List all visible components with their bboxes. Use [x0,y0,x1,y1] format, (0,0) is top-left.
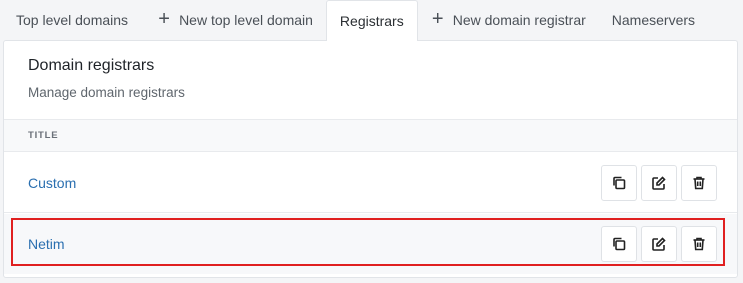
copy-button[interactable] [601,226,637,262]
copy-icon [613,237,626,251]
tab-label: New domain registrar [452,12,586,28]
registrars-card: Domain registrars Manage domain registra… [3,40,738,278]
tab-nameservers[interactable]: Nameservers [599,0,708,40]
copy-button[interactable] [601,164,637,201]
tab-label: Nameservers [611,12,696,28]
table-header: TITLE [4,119,737,152]
page-title: Domain registrars [28,57,155,74]
edit-button[interactable] [641,164,677,201]
column-header-title: TITLE [28,130,59,141]
edit-button[interactable] [641,226,677,262]
row-actions [601,226,717,262]
tab-label: Top level domains [16,12,129,28]
copy-icon [613,176,626,189]
tab-label: Registrars [339,13,404,29]
trash-icon [693,176,705,189]
tab-registrars[interactable]: Registrars [325,0,418,41]
edit-icon [652,237,666,251]
page-subtitle: Manage domain registrars [28,85,185,100]
tab-bar: Top level domains + New top level domain… [0,0,743,41]
trash-icon [693,237,705,251]
table-row: Netim [4,214,737,274]
delete-button[interactable] [681,164,717,201]
plus-icon: + [431,8,444,30]
plus-icon: + [158,8,170,30]
registrar-link-custom[interactable]: Custom [28,175,76,191]
registrar-link-netim[interactable]: Netim [28,236,65,252]
card-header: Domain registrars Manage domain registra… [4,41,737,119]
tab-top-level-domains[interactable]: Top level domains [0,0,144,40]
tab-label: New top level domain [179,12,313,28]
tab-new-top-level-domain[interactable]: + New top level domain [144,0,326,40]
table-row: Custom [4,153,737,213]
edit-icon [652,175,666,190]
delete-button[interactable] [681,226,717,262]
tab-new-domain-registrar[interactable]: + New domain registrar [418,0,599,40]
row-actions [601,164,717,201]
